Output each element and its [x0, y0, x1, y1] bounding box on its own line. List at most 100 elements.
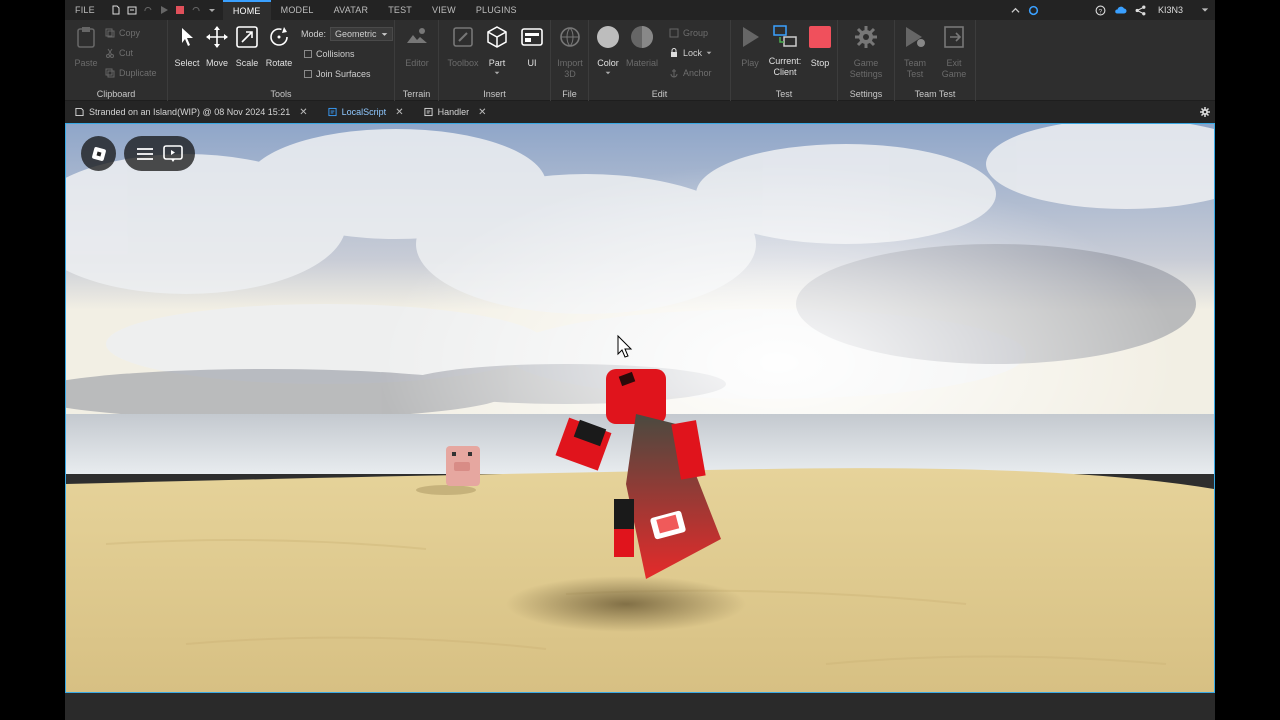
redo-icon[interactable] [143, 5, 153, 15]
stop-icon[interactable] [175, 5, 185, 15]
terrain-editor-icon [404, 24, 430, 50]
toolbox-icon [450, 24, 476, 50]
select-button[interactable]: Select [170, 24, 204, 68]
collisions-toggle[interactable]: Collisions [304, 49, 355, 59]
import-3d-button[interactable]: Import 3D [553, 24, 587, 80]
menu-plugins[interactable]: PLUGINS [466, 0, 527, 20]
close-icon[interactable]: ✕ [395, 107, 403, 118]
duplicate-button[interactable]: Duplicate [105, 68, 157, 78]
current-client-button[interactable]: Current: Client [768, 24, 802, 78]
team-test-icon [902, 24, 928, 50]
scale-label: Scale [235, 58, 259, 68]
cloud-icon[interactable] [1114, 5, 1127, 16]
close-icon[interactable]: ✕ [299, 107, 307, 118]
rotate-button[interactable]: Rotate [262, 24, 296, 68]
game-settings-button[interactable]: Game Settings [849, 24, 883, 80]
svg-text:?: ? [1099, 8, 1103, 15]
collapse-ribbon-icon[interactable] [1011, 6, 1020, 15]
mode-selector[interactable]: Mode: Geometric [301, 27, 393, 41]
stop-button[interactable]: Stop [803, 24, 837, 68]
material-sphere-icon [629, 24, 655, 50]
game-settings-label: Game Settings [849, 58, 883, 80]
gear-icon [853, 24, 879, 50]
play-button[interactable]: Play [733, 24, 767, 68]
cut-icon [106, 48, 114, 58]
move-button[interactable]: Move [200, 24, 234, 68]
share-icon[interactable] [1135, 5, 1146, 16]
paste-button[interactable]: Paste [69, 24, 103, 68]
customize-dropdown-icon[interactable] [207, 5, 217, 15]
roblox-menu-button[interactable] [81, 136, 116, 171]
chat-icon[interactable] [162, 144, 183, 163]
test-group: Play Current: Client Stop Test [731, 20, 838, 101]
anchor-icon [670, 69, 678, 78]
anchor-label: Anchor [683, 68, 712, 78]
tab-localscript[interactable]: LocalScript ✕ [318, 101, 414, 123]
file-group-label: File [562, 89, 577, 99]
color-dropdown-icon[interactable] [605, 70, 611, 76]
menu-model[interactable]: MODEL [271, 0, 324, 20]
lock-dropdown-icon[interactable] [706, 50, 712, 56]
duplicate-icon [105, 68, 115, 78]
help-icon[interactable]: ? [1095, 5, 1106, 16]
ui-label: UI [527, 58, 537, 68]
close-icon[interactable]: ✕ [478, 107, 486, 118]
mode-dropdown[interactable]: Geometric [330, 27, 393, 41]
hamburger-menu-icon[interactable] [136, 147, 154, 161]
menu-test[interactable]: TEST [378, 0, 422, 20]
anchor-button[interactable]: Anchor [669, 68, 712, 78]
play-icon[interactable] [159, 5, 169, 15]
test-group-label: Test [775, 89, 793, 99]
exit-game-label-line1: Exit [946, 58, 962, 68]
exit-game-button[interactable]: Exit Game [937, 24, 971, 80]
menu-avatar[interactable]: AVATAR [324, 0, 379, 20]
ui-button[interactable]: UI [515, 24, 549, 68]
cut-button[interactable]: Cut [105, 48, 133, 58]
join-surfaces-checkbox[interactable] [304, 70, 312, 78]
scale-button[interactable]: Scale [230, 24, 264, 68]
settings-gear-icon[interactable] [1199, 106, 1211, 118]
roblox-topbar-pill [124, 136, 195, 171]
part-label: Part [488, 58, 506, 68]
import-3d-label-line2: 3D [564, 69, 576, 79]
join-surfaces-toggle[interactable]: Join Surfaces [304, 69, 371, 79]
menu-home[interactable]: HOME [222, 0, 271, 20]
part-dropdown-icon[interactable] [494, 70, 500, 76]
copy-button[interactable]: Copy [105, 28, 140, 38]
cut-label: Cut [119, 48, 134, 58]
material-button[interactable]: Material [625, 24, 659, 68]
current-client-label-line2: Client [773, 67, 797, 77]
part-button[interactable]: Part [480, 24, 514, 78]
toolbox-button[interactable]: Toolbox [446, 24, 480, 68]
color-button[interactable]: Color [591, 24, 625, 78]
team-test-group-label: Team Test [914, 89, 956, 99]
document-tabs: Stranded on an Island(WIP) @ 08 Nov 2024… [65, 101, 1215, 123]
team-test-label: Team Test [898, 58, 932, 80]
collisions-label: Collisions [316, 49, 355, 59]
undo-icon[interactable] [191, 5, 201, 15]
team-test-label-line2: Test [906, 69, 924, 79]
lock-button[interactable]: Lock [669, 48, 712, 58]
open-file-icon[interactable] [127, 5, 137, 15]
color-swatch-icon [595, 24, 621, 50]
menu-view[interactable]: VIEW [422, 0, 466, 20]
menu-file[interactable]: FILE [65, 0, 105, 20]
join-surfaces-label: Join Surfaces [316, 69, 371, 79]
collisions-checkbox[interactable] [304, 50, 312, 58]
user-name[interactable]: KI3N3 [1158, 5, 1183, 15]
material-label: Material [625, 58, 658, 68]
team-test-button[interactable]: Team Test [898, 24, 932, 80]
tab-handler[interactable]: Handler ✕ [414, 101, 497, 123]
group-button[interactable]: Group [669, 28, 708, 38]
game-viewport[interactable] [65, 123, 1215, 693]
sync-icon[interactable] [1028, 5, 1039, 16]
new-file-icon[interactable] [111, 5, 121, 15]
terrain-group: Editor Terrain [395, 20, 439, 101]
terrain-editor-button[interactable]: Editor [400, 24, 434, 68]
user-dropdown-icon[interactable] [1201, 6, 1209, 14]
tab-place[interactable]: Stranded on an Island(WIP) @ 08 Nov 2024… [65, 101, 318, 123]
game-settings-label-line2: Settings [849, 69, 883, 79]
exit-game-label: Exit Game [937, 58, 971, 80]
clipboard-group: Paste Copy Cut Duplicate Clipboard [65, 20, 168, 101]
group-icon [669, 28, 679, 38]
